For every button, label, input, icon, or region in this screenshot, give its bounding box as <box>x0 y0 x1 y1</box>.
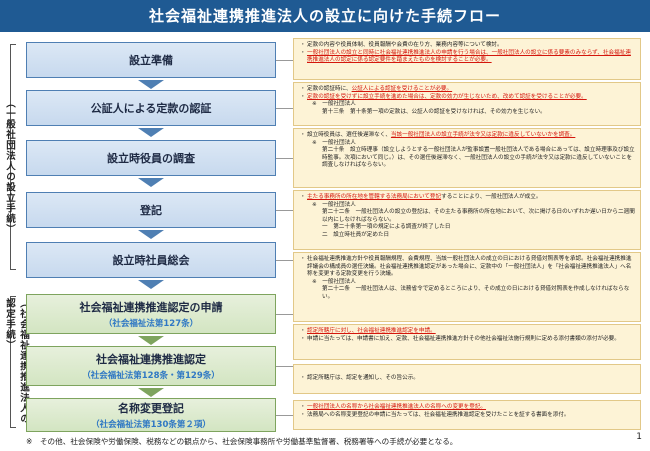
step-registration: 登記 <box>26 192 276 228</box>
note-text-emphasis: 一般社団法人の設立と同時に社会福祉連携推進法人の申請を行う場合は、一般社団法人の… <box>307 49 631 64</box>
step-label: 公証人による定款の認証 <box>90 102 212 115</box>
connector-line <box>276 60 293 61</box>
note-text-emphasis: 公証人による認証を受けることが必要。 <box>351 86 453 92</box>
connector-line <box>276 260 293 261</box>
arrow-icon <box>138 178 164 187</box>
note-officer-investigation: ・設立時役員は、選任後遅滞なく、当該一般社団法人の設立手続が法令又は定款に違反し… <box>293 128 641 188</box>
step-law-ref: （社会福祉法第130条第２項） <box>91 420 211 430</box>
note-text: 法務局への名称変更登記の申請に当たっては、社会福祉連携推進認定を受けたことを証す… <box>307 411 570 418</box>
page-title: 社会福祉連携推進法人の設立に向けた手続フロー <box>0 0 650 32</box>
arrow-icon <box>138 128 164 137</box>
side-label-corp: （一般社団法人の設立手続） <box>4 98 15 235</box>
note-law-text: 第二十二条 一般社団法人は、法務省令で定めるところにより、その成立の日における貸… <box>322 286 630 300</box>
connector-line <box>276 366 293 367</box>
note-text-emphasis: 一般社団法人の名称から社会福祉連携推進法人の名称への変更を登記。 <box>307 404 487 410</box>
note-text-emphasis: 主たる事務所の所在地を管轄する法務局において登記 <box>307 194 442 200</box>
note-name-change: ・一般社団法人の名称から社会福祉連携推進法人の名称への変更を登記。 ・法務局への… <box>293 400 641 430</box>
step-label: 設立時社員総会 <box>112 254 190 267</box>
connector-line <box>276 158 293 159</box>
note-certification-application: ・認定所轄庁に対し、社会福祉連携推進認定を申請。 ・申請に当たっては、申請書に加… <box>293 324 641 360</box>
note-text: することにより、一般社団法人が成立。 <box>441 194 542 200</box>
note-law-text: 第二十二条 一般社団法人の設立の登記は、その主たる事務所の所在地において、次に掲… <box>322 209 635 223</box>
step-label: 名称変更登記 <box>118 402 184 415</box>
step-label: 社会福祉連携推進認定 <box>96 353 206 366</box>
arrow-icon <box>138 336 164 345</box>
note-law-text: 第二十条 設立時理事（設立しようとする一般社団法人が監事設置一般社団法人である場… <box>322 147 635 169</box>
step-certification-application: 社会福祉連携推進認定の申請 （社会福祉法第127条） <box>26 294 276 334</box>
connector-line <box>276 210 293 211</box>
connector-line <box>276 314 293 315</box>
arrow-icon <box>138 280 164 289</box>
arrow-icon <box>138 80 164 89</box>
note-text: 定款の認証時に、 <box>307 86 352 92</box>
note-notary: ・定款の認証時に、公証人による認証を受けることが必要。 ・定款の認証を受けずに設… <box>293 82 641 126</box>
note-law-text: 第十三条 第十条第一項の定款は、公証人の認証を受けなければ、その効力を生じない。 <box>322 108 546 115</box>
note-certification: ・認定所轄庁は、認定を通知し、その旨公示。 <box>293 364 641 394</box>
note-text-emphasis: 当該一般社団法人の設立手続が法令又は定款に違反していないかを調査。 <box>390 132 576 138</box>
step-certification: 社会福祉連携推進認定 （社会福祉法第128条・第129条） <box>26 346 276 386</box>
note-text: 定款の内容や役員体制、役員報酬や会費の在り方、業務内容等について検討。 <box>307 42 503 48</box>
note-law-ref: ※ 一般社団法人 <box>312 101 356 108</box>
footer-note: ※ その他、社会保険や労働保険、税務などの観点から、社会保険事務所や労働基準監督… <box>26 437 458 446</box>
step-law-ref: （社会福祉法第128条・第129条） <box>82 371 220 381</box>
note-setup-prep: ・定款の内容や役員体制、役員報酬や会費の在り方、業務内容等について検討。 ・一般… <box>293 38 641 80</box>
step-general-meeting: 設立時社員総会 <box>26 242 276 278</box>
arrow-icon <box>138 388 164 397</box>
note-text: 申請に当たっては、申請書に加え、定款、社会福祉連携推進方針その他社会福祉法施行規… <box>307 335 620 342</box>
note-text: 社会福祉連携推進方針や役員報酬規程、会費規程、当該一般社団法人の成立の日における… <box>307 256 632 278</box>
connector-line <box>276 108 293 109</box>
step-label: 設立時役員の調査 <box>107 152 195 165</box>
step-notary-certification: 公証人による定款の認証 <box>26 90 276 126</box>
note-law-text: 二 設立時社員が定めた日 <box>322 231 390 238</box>
note-text-emphasis: 認定所轄庁に対し、社会福祉連携推進認定を申請。 <box>307 328 436 334</box>
note-text: 認定所轄庁は、認定を通知し、その旨公示。 <box>307 375 419 382</box>
step-label: 設立準備 <box>129 54 173 67</box>
step-label: 社会福祉連携推進認定の申請 <box>79 301 223 314</box>
page-number: 1 <box>636 432 642 442</box>
note-general-meeting: ・社会福祉連携推進方針や役員報酬規程、会費規程、当該一般社団法人の成立の日におけ… <box>293 252 641 322</box>
step-law-ref: （社会福祉法第127条） <box>103 319 199 329</box>
step-name-change-registration: 名称変更登記 （社会福祉法第130条第２項） <box>26 398 276 432</box>
step-officer-investigation: 設立時役員の調査 <box>26 140 276 176</box>
arrow-icon <box>138 230 164 239</box>
note-text: 設立時役員は、選任後遅滞なく、 <box>307 132 391 138</box>
connector-line <box>276 415 293 416</box>
note-law-text: 一 第二十条第一項の規定による調査が終了した日 <box>322 224 451 231</box>
note-registration: ・主たる事務所の所在地を管轄する法務局において登記することにより、一般社団法人が… <box>293 190 641 250</box>
step-label: 登記 <box>140 204 162 217</box>
step-setup-prep: 設立準備 <box>26 42 276 78</box>
